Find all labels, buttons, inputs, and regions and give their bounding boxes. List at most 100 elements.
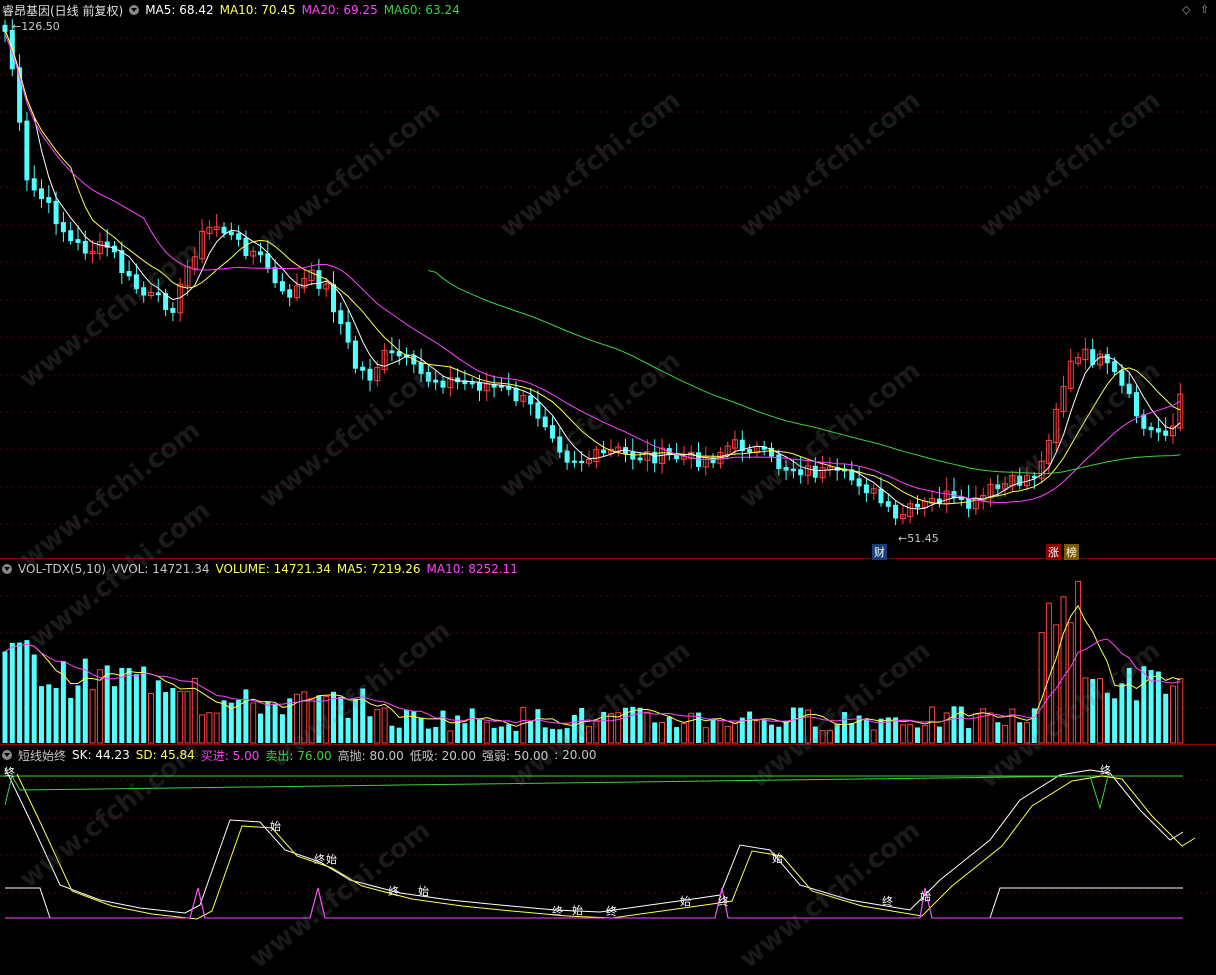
volume-bar <box>24 640 30 743</box>
volume-bar <box>9 642 15 743</box>
volume-bar <box>46 684 52 743</box>
candle-body <box>440 380 446 388</box>
candle-body <box>856 478 862 487</box>
volume-bar <box>163 692 169 743</box>
volume-bar <box>381 707 388 744</box>
chart-canvas[interactable] <box>0 0 1216 934</box>
volume-bar <box>75 685 81 743</box>
volume-bar <box>607 713 614 744</box>
volume-bar <box>206 712 213 744</box>
volume-bar <box>367 716 373 743</box>
volume-bar <box>374 709 381 744</box>
signal-marker: 终 <box>552 905 563 918</box>
volume-bar <box>819 730 826 744</box>
volume-bar <box>1017 722 1023 743</box>
candle-body <box>345 321 351 343</box>
candle-body <box>776 454 782 470</box>
signal-marker: 始 <box>680 895 691 908</box>
volume-bar <box>133 674 139 743</box>
signal-marker: 始 <box>572 904 583 917</box>
candle-body <box>221 226 227 234</box>
finance-tag[interactable]: 财 <box>872 544 887 560</box>
volume-bar <box>790 707 796 743</box>
candle-body <box>68 230 74 242</box>
volume-bar <box>258 713 263 743</box>
volume-bar <box>477 718 482 743</box>
candle-body <box>812 465 818 478</box>
indicator-header: 短线始终 SK: 44.23 SD: 45.84 买进: 5.00 卖出: 76… <box>2 747 596 763</box>
candle-body <box>557 436 563 453</box>
volume-bar <box>1097 678 1103 744</box>
volume-dropdown-icon[interactable] <box>2 564 12 574</box>
volume-bar <box>447 730 454 744</box>
volume-bar <box>221 700 227 743</box>
signal-marker: 始 <box>418 885 429 898</box>
volume-bar <box>272 703 278 743</box>
volume-header: VOL-TDX(5,10) VVOL: 14721.34 VOLUME: 147… <box>2 561 518 577</box>
volume-bar <box>404 709 409 743</box>
volume-bar <box>644 711 651 744</box>
signal-marker: 始 <box>326 853 337 866</box>
volume-bar <box>177 690 184 744</box>
dropdown-icon[interactable] <box>129 5 140 15</box>
volume-bar <box>557 729 563 743</box>
volume-bar <box>469 708 475 743</box>
candle-body <box>360 366 366 371</box>
vol-indicator-name[interactable]: VOL-TDX(5,10) <box>18 562 106 576</box>
volume-bar <box>863 718 869 743</box>
high-price-label: ←126.50 <box>12 20 60 33</box>
candle-body <box>133 274 139 290</box>
volume-bar <box>1141 666 1147 743</box>
volume-bar <box>966 728 972 743</box>
volume-bar <box>593 720 600 744</box>
candle-body <box>1017 475 1023 486</box>
candle-body <box>601 449 607 454</box>
volume-bar <box>491 727 497 743</box>
volume-bar <box>170 687 176 743</box>
stock-title[interactable]: 睿昂基因(日线 前复权) <box>2 2 123 19</box>
volume-bar <box>870 729 877 744</box>
signal-marker: 终 <box>606 905 617 918</box>
volume-bar <box>148 692 154 744</box>
volume-bar <box>1126 667 1132 743</box>
volume-bar <box>513 730 519 743</box>
volume-bar <box>1067 622 1074 744</box>
volume-bar <box>659 721 665 744</box>
candle-body <box>915 503 920 508</box>
candle-body <box>141 287 147 296</box>
volume-bar <box>724 725 731 744</box>
volume-bar <box>352 698 358 743</box>
candle-body <box>31 178 37 191</box>
signal-marker: 始 <box>920 890 931 903</box>
signal-marker: 始 <box>270 820 281 833</box>
volume-bar <box>323 695 330 744</box>
volume-bar <box>826 729 833 744</box>
ranking-tag[interactable]: 榜 <box>1064 544 1079 560</box>
limit-up-tag[interactable]: 涨 <box>1046 544 1061 560</box>
sell-value: 卖出: 76.00 <box>265 748 332 763</box>
volume-bar <box>1104 692 1110 743</box>
candle-body <box>1119 370 1125 386</box>
ma60-value: MA60: 63.24 <box>383 3 460 17</box>
candle-body <box>433 379 439 383</box>
indicator-dropdown-icon[interactable] <box>2 750 12 760</box>
volume-bar <box>542 727 548 743</box>
volume-bar <box>1163 693 1169 743</box>
volume-bar <box>783 720 789 743</box>
volume-bar <box>279 714 285 743</box>
volume-bar <box>943 712 950 744</box>
candle-body <box>790 468 796 472</box>
volume-bar <box>243 689 249 743</box>
volume-bar <box>389 725 395 743</box>
indicator-name[interactable]: 短线始终 <box>18 747 66 764</box>
signal-marker: 终 <box>718 895 729 908</box>
signal-marker: 终 <box>314 853 325 866</box>
low-price-label: ←51.45 <box>898 532 939 545</box>
volume-bar <box>112 686 117 743</box>
volume-bar <box>1038 632 1045 744</box>
volume-bar <box>899 724 906 744</box>
signal-marker: 终 <box>882 895 893 908</box>
volume-bar <box>155 680 161 743</box>
candle-body <box>82 240 88 254</box>
volume-bar <box>119 667 125 743</box>
